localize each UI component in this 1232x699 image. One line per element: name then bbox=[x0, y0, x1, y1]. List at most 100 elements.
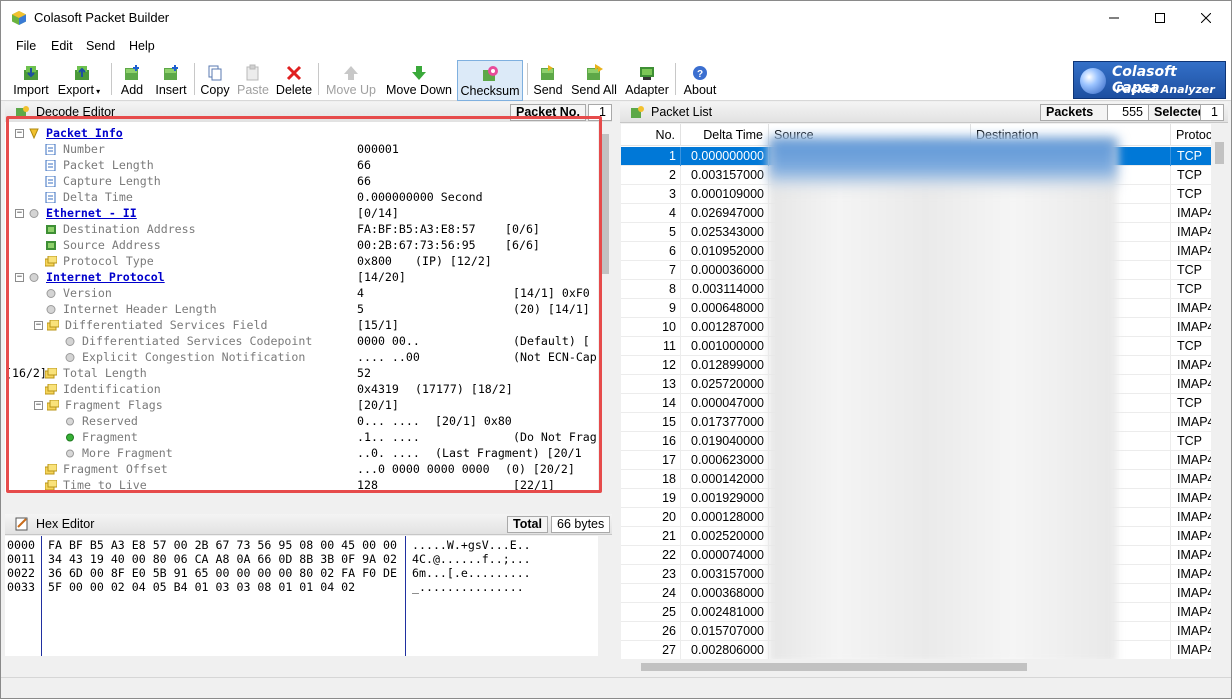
packet-delta-cell: 0.000648000 bbox=[681, 299, 769, 318]
packet-list-vscrollbar[interactable] bbox=[1211, 124, 1228, 659]
hex-ascii[interactable]: 6m...[.e......... bbox=[412, 566, 531, 580]
insert-button[interactable]: Insert bbox=[151, 60, 191, 100]
packet-no-cell: 20 bbox=[621, 508, 681, 527]
app-icon bbox=[12, 11, 26, 25]
packet-delta-cell: 0.000036000 bbox=[681, 261, 769, 280]
packet-no-cell: 24 bbox=[621, 584, 681, 603]
pane-splitter[interactable] bbox=[612, 102, 620, 677]
packet-list-hscrollbar[interactable] bbox=[621, 659, 1211, 675]
copy-button[interactable]: Copy bbox=[197, 60, 233, 100]
hex-bytes[interactable]: 34 43 19 40 00 80 06 CA A8 0A 66 0D 8B 3… bbox=[48, 552, 397, 566]
paste-label: Paste bbox=[237, 83, 269, 97]
title-bar: Colasoft Packet Builder bbox=[1, 1, 1231, 35]
hex-hscrollbar[interactable] bbox=[5, 656, 612, 670]
adapter-button[interactable]: Adapter bbox=[623, 60, 671, 100]
toolbar-separator bbox=[675, 63, 676, 95]
packet-delta-cell: 0.010952000 bbox=[681, 242, 769, 261]
hex-bytes[interactable]: 36 6D 00 8F E0 5B 91 65 00 00 00 00 80 0… bbox=[48, 566, 397, 580]
packet-delta-cell: 0.000109000 bbox=[681, 185, 769, 204]
hex-ascii[interactable]: _............... bbox=[412, 580, 524, 594]
insert-icon bbox=[164, 65, 178, 80]
status-bar bbox=[1, 677, 1231, 698]
hex-ascii[interactable]: .....W.+gsV...E.. bbox=[412, 538, 531, 552]
export-label: Export ▾ bbox=[51, 83, 107, 97]
packet-protocol-cell: IMAP4 bbox=[1171, 527, 1211, 546]
window-title: Colasoft Packet Builder bbox=[34, 10, 170, 25]
close-button[interactable] bbox=[1183, 1, 1229, 35]
packet-delta-cell: 0.025343000 bbox=[681, 223, 769, 242]
packet-protocol-cell: TCP bbox=[1171, 185, 1211, 204]
hex-vscrollbar[interactable] bbox=[598, 536, 612, 656]
menu-edit[interactable]: Edit bbox=[51, 39, 73, 53]
export-text: Export bbox=[57, 83, 94, 97]
packet-delta-cell: 0.003114000 bbox=[681, 280, 769, 299]
checksum-icon bbox=[483, 66, 498, 81]
about-button[interactable]: ? About bbox=[679, 60, 721, 100]
export-button[interactable]: Export ▾ bbox=[57, 60, 107, 100]
column-no[interactable]: No. bbox=[621, 124, 681, 146]
packet-no-cell: 22 bbox=[621, 546, 681, 565]
packet-list-scroll-thumb[interactable] bbox=[1215, 142, 1224, 164]
move-up-label: Move Up bbox=[325, 83, 377, 97]
column-delta-time[interactable]: Delta Time bbox=[681, 124, 769, 146]
packet-no-cell: 1 bbox=[621, 147, 681, 166]
add-button[interactable]: Add bbox=[115, 60, 149, 100]
packet-delta-cell: 0.002481000 bbox=[681, 603, 769, 622]
packet-no-cell: 8 bbox=[621, 280, 681, 299]
packet-protocol-cell: IMAP4 bbox=[1171, 451, 1211, 470]
redacted-addresses bbox=[769, 138, 1117, 663]
decode-scroll-thumb[interactable] bbox=[601, 134, 609, 274]
minimize-button[interactable] bbox=[1091, 1, 1137, 35]
packet-protocol-cell: IMAP4 bbox=[1171, 508, 1211, 527]
import-label: Import bbox=[13, 83, 49, 97]
packet-delta-cell: 0.000000000 bbox=[681, 147, 769, 166]
packet-no-cell: 18 bbox=[621, 470, 681, 489]
packet-delta-cell: 0.002806000 bbox=[681, 641, 769, 659]
move-up-button[interactable]: Move Up bbox=[323, 60, 379, 100]
hex-bytes[interactable]: FA BF B5 A3 E8 57 00 2B 67 73 56 95 08 0… bbox=[48, 538, 397, 552]
hex-bytes[interactable]: 5F 00 00 02 04 05 B4 01 03 03 08 01 01 0… bbox=[48, 580, 355, 594]
capsa-logo[interactable]: Colasoft Capsa Packet Analyzer bbox=[1073, 61, 1226, 99]
send-all-button[interactable]: Send All bbox=[569, 60, 619, 100]
packet-protocol-cell: IMAP4 bbox=[1171, 565, 1211, 584]
hex-dump[interactable]: 0000 FA BF B5 A3 E8 57 00 2B 67 73 56 95… bbox=[5, 536, 612, 656]
packet-protocol-cell: IMAP4 bbox=[1171, 413, 1211, 432]
send-all-icon bbox=[587, 64, 603, 80]
menu-help[interactable]: Help bbox=[129, 39, 155, 53]
menu-send[interactable]: Send bbox=[86, 39, 115, 53]
import-icon bbox=[24, 66, 38, 80]
packet-no-cell: 11 bbox=[621, 337, 681, 356]
packet-no-cell: 6 bbox=[621, 242, 681, 261]
packet-protocol-cell: TCP bbox=[1171, 432, 1211, 451]
hex-ascii-divider bbox=[405, 536, 406, 656]
decode-hscrollbar[interactable] bbox=[5, 493, 612, 505]
toolbar-separator bbox=[318, 63, 319, 95]
minimize-icon bbox=[1109, 17, 1119, 19]
hex-ascii[interactable]: 4C.@......f..;... bbox=[412, 552, 531, 566]
packet-delta-cell: 0.000368000 bbox=[681, 584, 769, 603]
packet-no-cell: 19 bbox=[621, 489, 681, 508]
import-button[interactable]: Import bbox=[9, 60, 53, 100]
arrow-down-icon bbox=[412, 66, 426, 80]
checksum-button[interactable]: Checksum bbox=[457, 60, 523, 101]
packet-no-cell: 21 bbox=[621, 527, 681, 546]
delete-button[interactable]: Delete bbox=[274, 60, 314, 100]
move-down-button[interactable]: Move Down bbox=[383, 60, 455, 100]
packets-label: Packets bbox=[1040, 104, 1108, 121]
hex-total-label: Total bbox=[507, 516, 548, 533]
packet-list-hscroll-thumb[interactable] bbox=[641, 663, 1027, 671]
packet-protocol-cell: IMAP4 bbox=[1171, 470, 1211, 489]
packet-protocol-cell: IMAP4 bbox=[1171, 641, 1211, 659]
highlight-annotation bbox=[6, 116, 602, 493]
packet-no-cell: 25 bbox=[621, 603, 681, 622]
packets-value: 555 bbox=[1107, 104, 1149, 121]
send-button[interactable]: Send bbox=[531, 60, 565, 100]
packet-delta-cell: 0.002520000 bbox=[681, 527, 769, 546]
packet-delta-cell: 0.026947000 bbox=[681, 204, 769, 223]
packet-protocol-cell: IMAP4 bbox=[1171, 204, 1211, 223]
maximize-button[interactable] bbox=[1137, 1, 1183, 35]
paste-button[interactable]: Paste bbox=[235, 60, 271, 100]
column-protocol[interactable]: Protoco bbox=[1171, 124, 1211, 146]
logo-line2: Packet Analyzer bbox=[1116, 83, 1215, 96]
menu-file[interactable]: File bbox=[16, 39, 36, 53]
